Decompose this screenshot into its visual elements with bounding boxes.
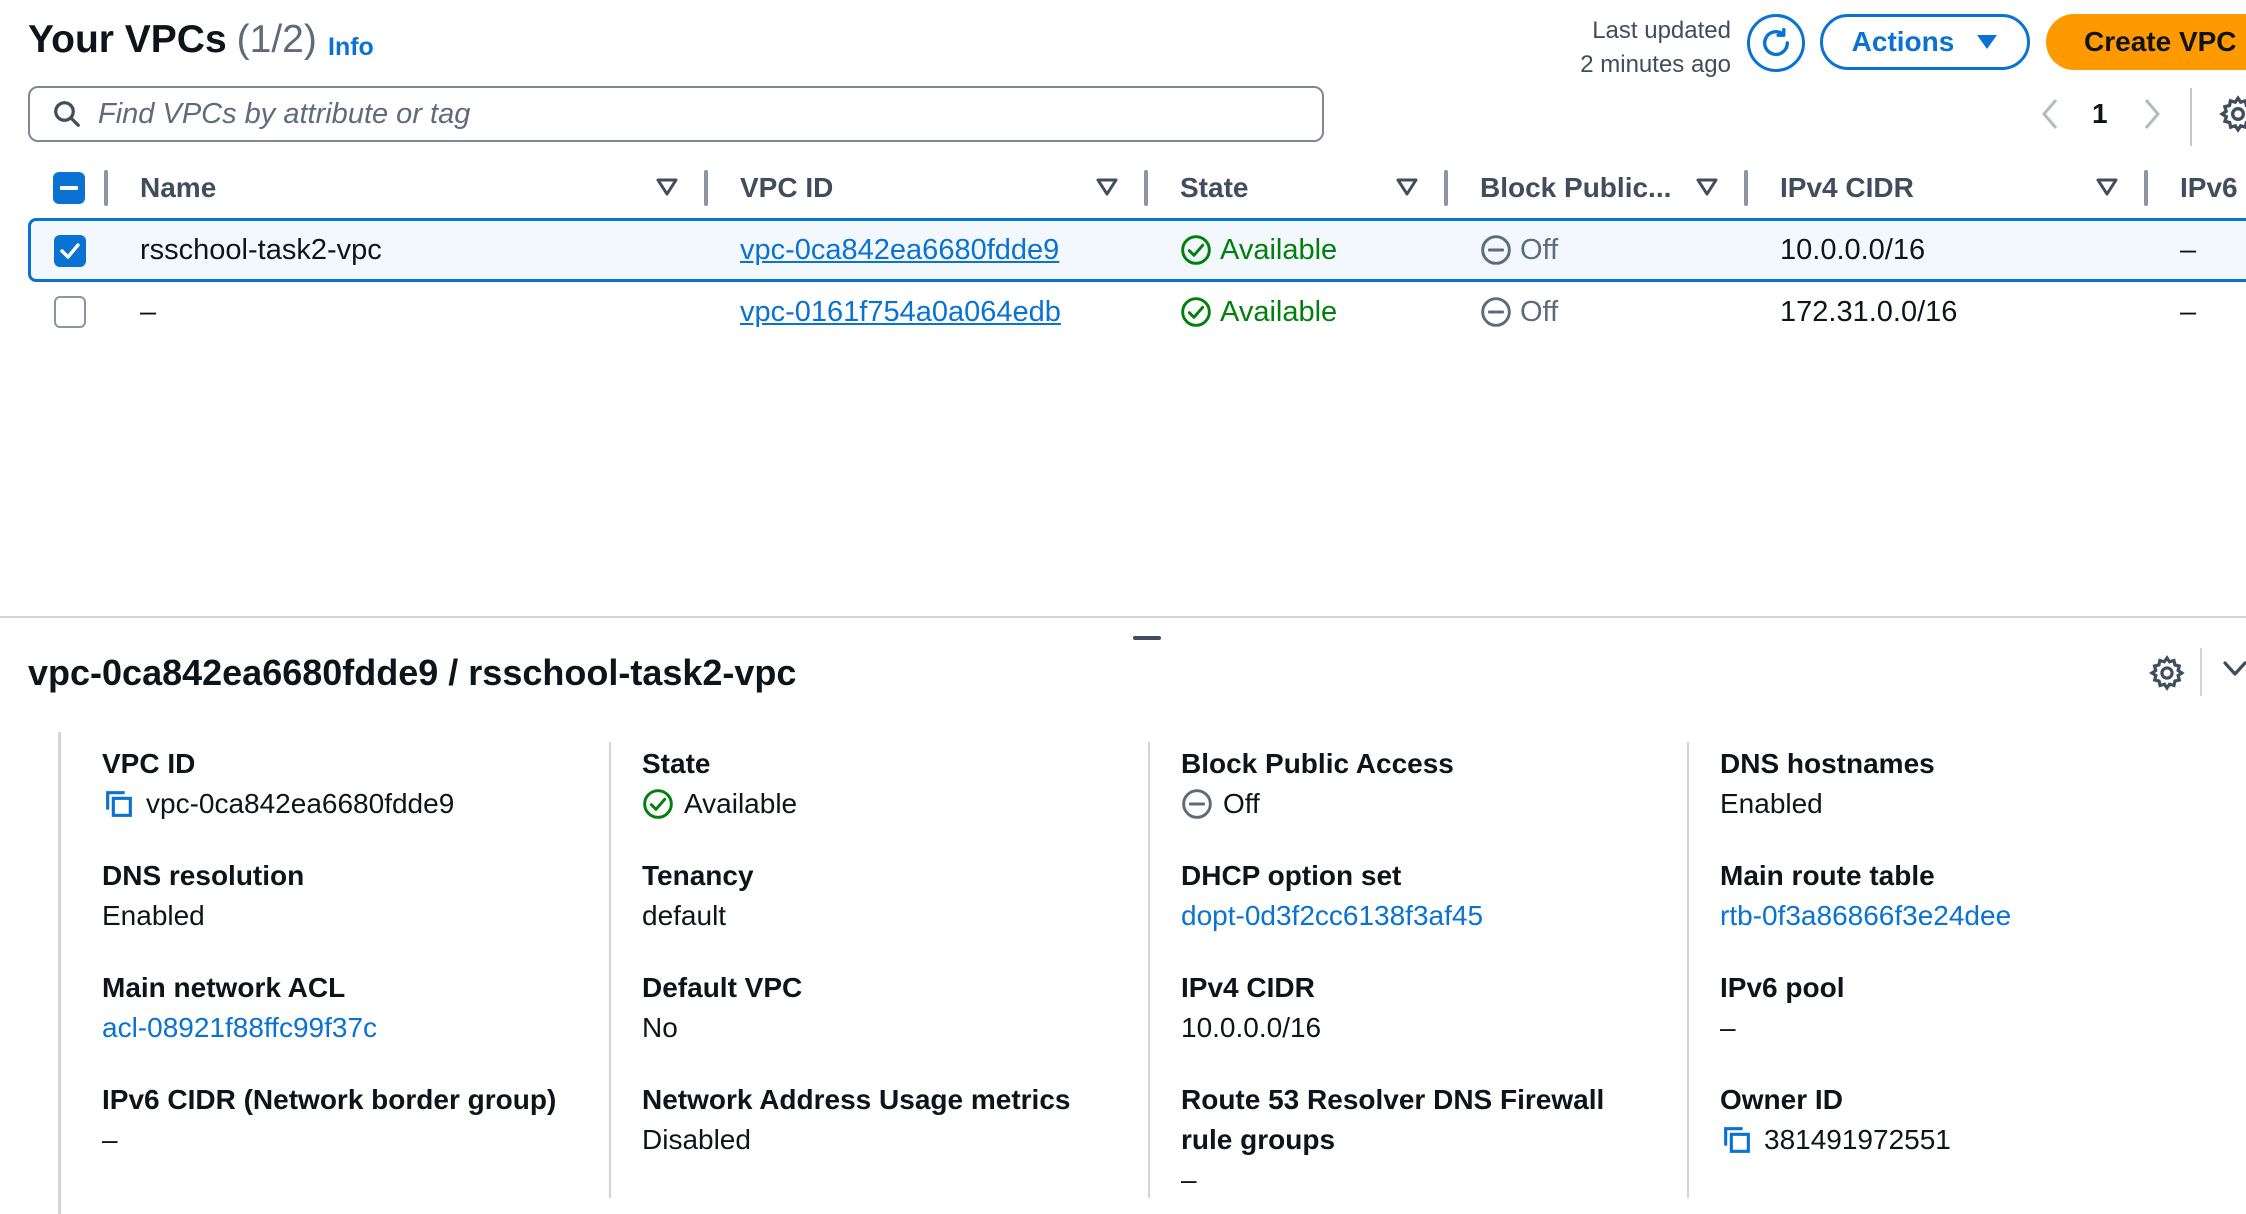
vpc-id-link[interactable]: vpc-0ca842ea6680fdde9 bbox=[740, 234, 1059, 267]
info-link[interactable]: Info bbox=[328, 33, 374, 62]
copy-icon[interactable] bbox=[1720, 1123, 1754, 1157]
cell-ipv4-cidr: 10.0.0.0/16 bbox=[1780, 233, 1926, 266]
network-acl-link[interactable]: acl-08921f88ffc99f37c bbox=[102, 1008, 377, 1048]
cell-name: – bbox=[140, 295, 157, 328]
status-off-icon bbox=[1481, 297, 1511, 327]
status-success-icon bbox=[643, 789, 673, 819]
cell-vpc-id: vpc-0161f754a0a064edb bbox=[740, 280, 1061, 344]
column-header-vpc-id[interactable]: VPC ID bbox=[740, 160, 833, 216]
caret-down-icon bbox=[1977, 35, 1998, 49]
chevron-right-icon[interactable] bbox=[2140, 96, 2164, 132]
sort-icon[interactable] bbox=[656, 178, 678, 196]
refresh-icon bbox=[1762, 27, 1790, 57]
field-route53-firewall: Route 53 Resolver DNS Firewall rule grou… bbox=[1181, 1084, 1605, 1195]
table-row[interactable]: rsschool-task2-vpc vpc-0ca842ea6680fdde9… bbox=[28, 218, 2246, 282]
status-off-icon bbox=[1182, 789, 1212, 819]
field-main-route-table: Main route table rtb-0f3a86866f3e24dee bbox=[1720, 856, 2011, 936]
column-divider[interactable] bbox=[1744, 170, 1748, 206]
column-divider bbox=[104, 170, 108, 206]
page-title: Your VPCs (1/2) bbox=[28, 18, 317, 61]
actions-label: Actions bbox=[1851, 26, 1955, 57]
pagination-divider bbox=[2190, 88, 2192, 146]
column-divider bbox=[609, 742, 611, 1198]
cell-state: Available bbox=[1180, 280, 1337, 344]
actions-dropdown-button[interactable]: Actions bbox=[1820, 14, 2030, 70]
details-divider bbox=[2200, 648, 2202, 696]
pagination: 1 bbox=[2030, 88, 2246, 146]
create-vpc-button[interactable]: Create VPC bbox=[2046, 14, 2246, 70]
column-header-ipv4-cidr[interactable]: IPv4 CIDR bbox=[1780, 160, 1914, 216]
route-table-link[interactable]: rtb-0f3a86866f3e24dee bbox=[1720, 896, 2011, 936]
field-owner-id: Owner ID 381491972551 bbox=[1720, 1084, 1951, 1157]
cell-state: Available bbox=[1180, 221, 1337, 279]
field-tenancy: Tenancy default bbox=[642, 860, 754, 931]
sort-icon[interactable] bbox=[1696, 178, 1718, 196]
select-all-checkbox[interactable] bbox=[53, 172, 85, 204]
field-dns-resolution: DNS resolution Enabled bbox=[102, 860, 305, 931]
cell-ipv6: – bbox=[2180, 233, 2197, 266]
field-state: State Available bbox=[642, 748, 798, 819]
field-default-vpc: Default VPC No bbox=[642, 972, 803, 1043]
sort-icon[interactable] bbox=[2096, 178, 2118, 196]
table-row[interactable]: – vpc-0161f754a0a064edb Available Off 17… bbox=[28, 280, 2246, 344]
search-icon bbox=[54, 101, 80, 127]
field-nau-metrics: Network Address Usage metrics Disabled bbox=[642, 1084, 1071, 1155]
cell-ipv6: – bbox=[2180, 295, 2197, 328]
column-header-ipv6[interactable]: IPv6 bbox=[2180, 160, 2238, 216]
row-checkbox[interactable] bbox=[54, 235, 86, 267]
row-checkbox[interactable] bbox=[54, 296, 86, 328]
search-placeholder: Find VPCs by attribute or tag bbox=[98, 97, 471, 130]
details-title: vpc-0ca842ea6680fdde9 / rsschool-task2-v… bbox=[28, 652, 797, 693]
field-block-public-access: Block Public Access Off bbox=[1181, 748, 1454, 819]
column-header-name[interactable]: Name bbox=[140, 160, 216, 216]
sort-icon[interactable] bbox=[1096, 178, 1118, 196]
chevron-down-icon[interactable] bbox=[2222, 660, 2246, 678]
status-off-icon bbox=[1481, 235, 1511, 265]
copy-icon[interactable] bbox=[102, 787, 136, 821]
field-vpc-id: VPC ID vpc-0ca842ea6680fdde9 bbox=[102, 748, 455, 821]
last-updated-text: Last updated 2 minutes ago bbox=[1580, 17, 1731, 78]
column-divider[interactable] bbox=[1144, 170, 1148, 206]
search-input[interactable]: Find VPCs by attribute or tag bbox=[28, 86, 1324, 142]
vpc-id-link[interactable]: vpc-0161f754a0a064edb bbox=[740, 296, 1061, 329]
dhcp-option-set-link[interactable]: dopt-0d3f2cc6138f3af45 bbox=[1181, 896, 1483, 936]
status-success-icon bbox=[1181, 297, 1211, 327]
resize-handle[interactable] bbox=[1133, 636, 1161, 640]
cell-name: rsschool-task2-vpc bbox=[140, 233, 382, 266]
page-number[interactable]: 1 bbox=[2092, 98, 2108, 130]
column-divider bbox=[1687, 742, 1689, 1198]
field-dns-hostnames: DNS hostnames Enabled bbox=[1720, 748, 1935, 819]
status-success-icon bbox=[1181, 235, 1211, 265]
field-dhcp-option-set: DHCP option set dopt-0d3f2cc6138f3af45 bbox=[1181, 856, 1483, 936]
split-panel-divider bbox=[0, 616, 2246, 618]
column-header-state[interactable]: State bbox=[1180, 160, 1248, 216]
field-ipv6-cidr: IPv6 CIDR (Network border group) – bbox=[102, 1084, 557, 1155]
settings-gear-icon[interactable] bbox=[2218, 94, 2246, 134]
cell-ipv4-cidr: 172.31.0.0/16 bbox=[1780, 295, 1958, 328]
table-header: Name VPC ID State Block Public... IPv4 C… bbox=[0, 160, 2246, 216]
column-divider[interactable] bbox=[704, 170, 708, 206]
field-main-network-acl: Main network ACL acl-08921f88ffc99f37c bbox=[102, 968, 377, 1048]
cell-block-public: Off bbox=[1480, 280, 1558, 344]
column-divider bbox=[1148, 742, 1150, 1198]
cell-block-public: Off bbox=[1480, 221, 1558, 279]
refresh-button[interactable] bbox=[1747, 14, 1805, 72]
selection-count: (1/2) bbox=[236, 18, 317, 61]
sort-icon[interactable] bbox=[1396, 178, 1418, 196]
column-divider[interactable] bbox=[1444, 170, 1448, 206]
settings-gear-icon[interactable] bbox=[2148, 654, 2186, 692]
column-header-block-public[interactable]: Block Public... bbox=[1480, 160, 1671, 216]
chevron-left-icon[interactable] bbox=[2038, 96, 2062, 132]
field-ipv6-pool: IPv6 pool – bbox=[1720, 972, 1845, 1043]
column-divider[interactable] bbox=[2144, 170, 2148, 206]
field-ipv4-cidr: IPv4 CIDR 10.0.0.0/16 bbox=[1181, 972, 1322, 1043]
cell-vpc-id: vpc-0ca842ea6680fdde9 bbox=[740, 221, 1059, 279]
checkmark-icon bbox=[60, 243, 80, 259]
indeterminate-icon bbox=[60, 186, 78, 190]
